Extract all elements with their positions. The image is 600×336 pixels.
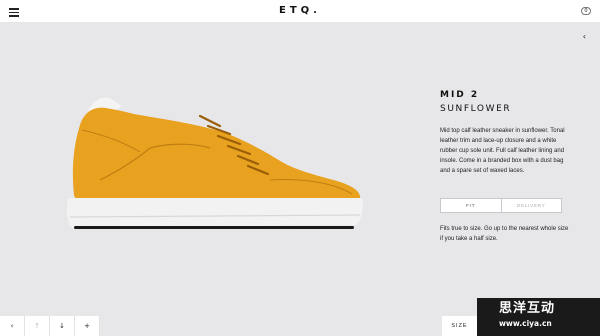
product-description: Mid top calf leather sneaker in sunflowe… bbox=[440, 128, 565, 174]
arrow-down-icon[interactable]: ↓ bbox=[50, 316, 75, 336]
product-info-panel: MID 2 SUNFLOWER Mid top calf leather sne… bbox=[440, 90, 565, 176]
info-tabs: FIT DELIVERY bbox=[440, 198, 562, 213]
back-arrow-icon[interactable]: ‹ bbox=[0, 316, 25, 336]
bottom-toolbar: ‹ ↑ ↓ + bbox=[0, 316, 100, 336]
fit-description: Fits true to size. Go up to the nearest … bbox=[440, 226, 569, 242]
product-model-title: MID 2 bbox=[440, 90, 480, 100]
plus-icon[interactable]: + bbox=[75, 316, 100, 336]
watermark-badge: 思洋互动 www.ciya.cn bbox=[477, 298, 600, 336]
cart-count-badge[interactable]: 0 bbox=[581, 7, 591, 15]
sneaker-tread bbox=[74, 226, 354, 229]
collapse-panel-icon[interactable]: ‹ bbox=[583, 32, 586, 41]
top-header: ETQ. 0 bbox=[0, 0, 600, 22]
sneaker-illustration bbox=[66, 97, 363, 229]
tab-delivery[interactable]: DELIVERY bbox=[500, 199, 562, 212]
sneaker-upper bbox=[72, 107, 361, 205]
brand-logo[interactable]: ETQ. bbox=[0, 5, 600, 16]
arrow-up-icon[interactable]: ↑ bbox=[25, 316, 50, 336]
watermark-title: 思洋互动 bbox=[499, 301, 556, 316]
sneaker-sole bbox=[66, 198, 363, 228]
tab-fit[interactable]: FIT bbox=[441, 199, 501, 212]
watermark-url: www.ciya.cn bbox=[499, 319, 552, 328]
size-select-button[interactable]: SIZE bbox=[442, 316, 477, 336]
product-color-name: SUNFLOWER bbox=[440, 104, 512, 114]
product-image bbox=[60, 70, 380, 250]
